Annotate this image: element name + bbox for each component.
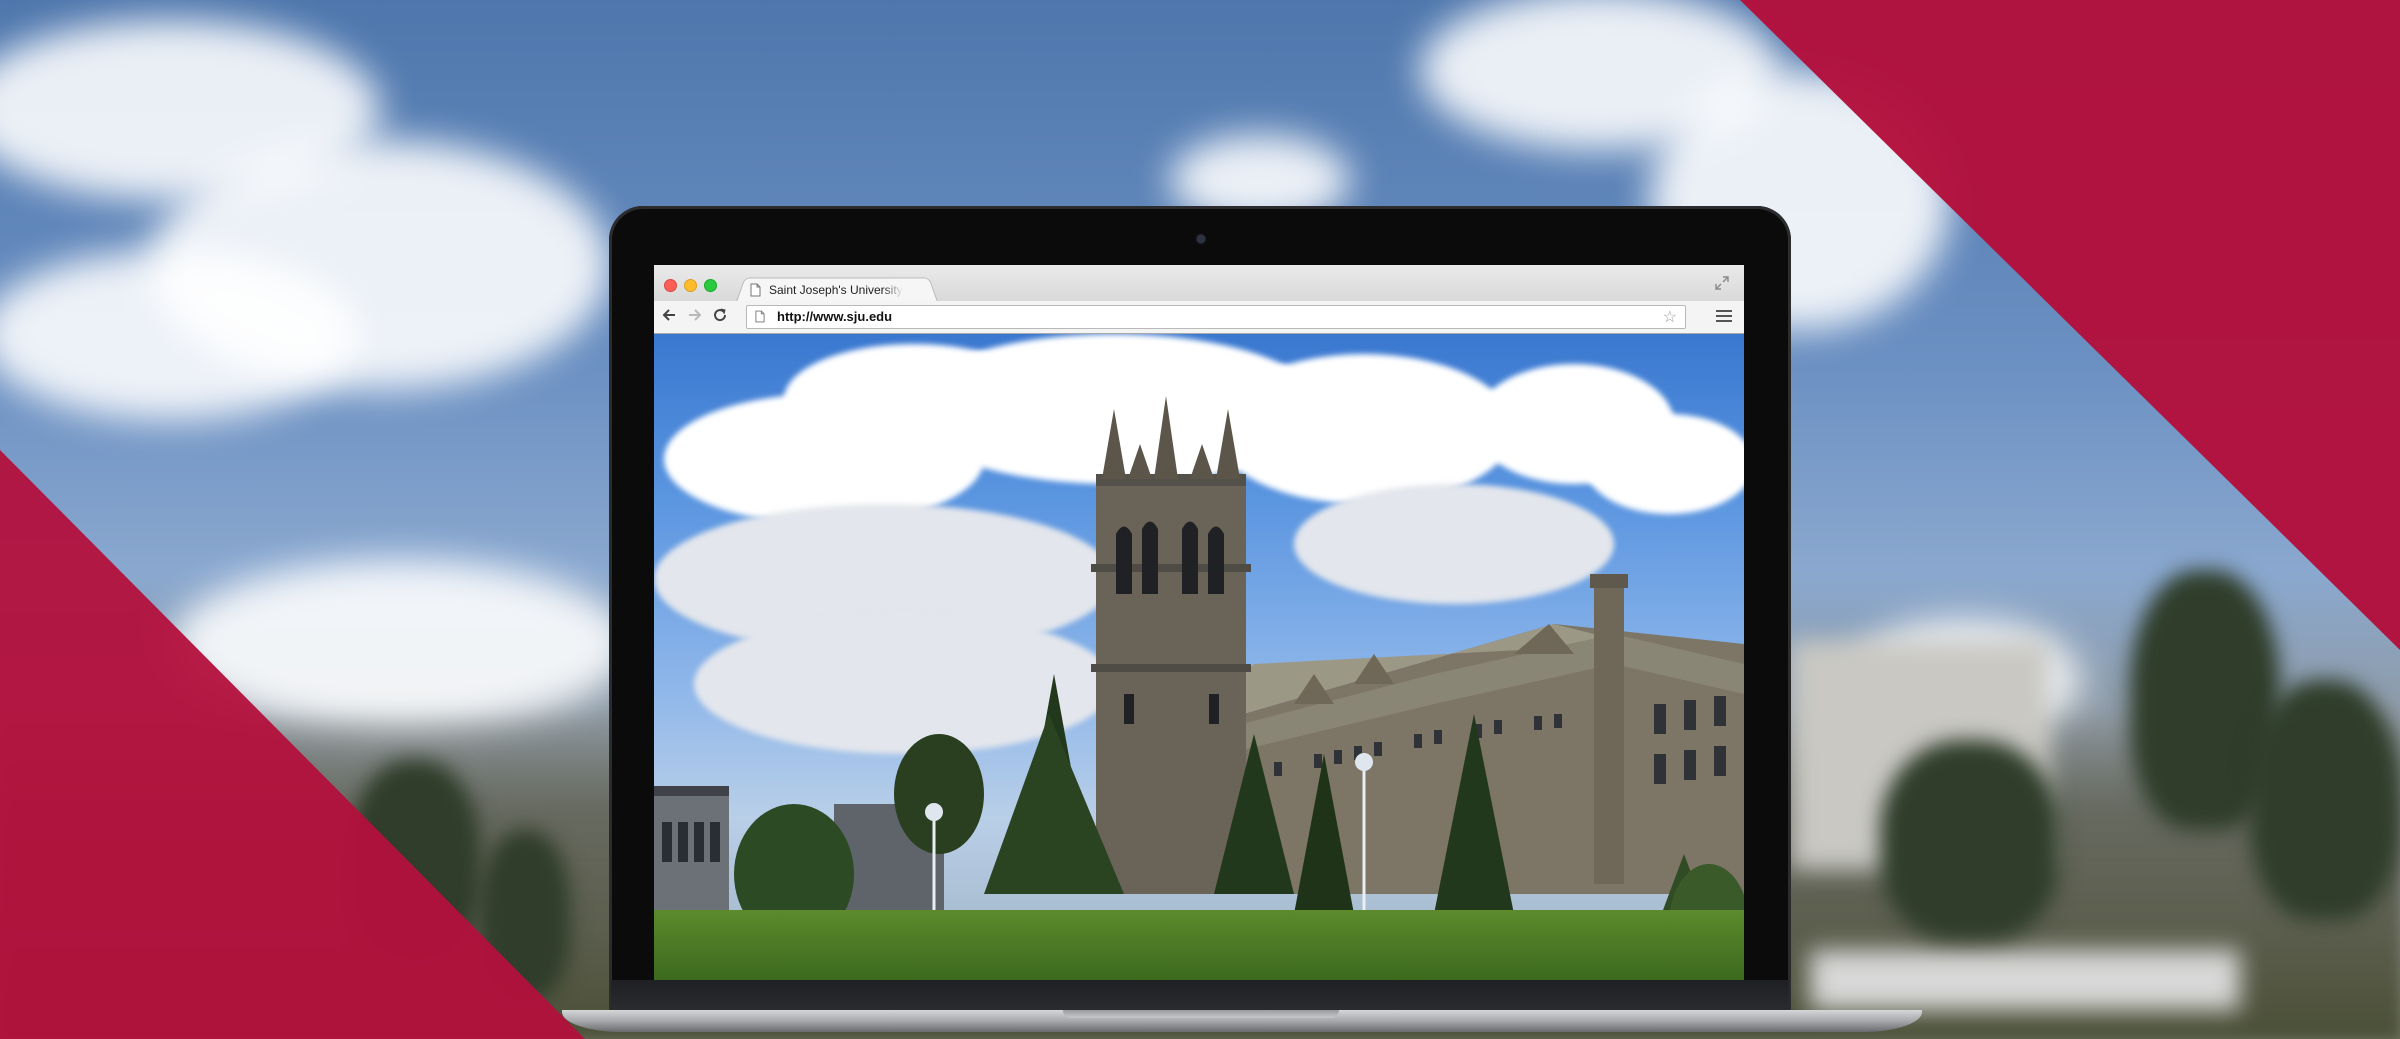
browser-tab-bar: Saint Joseph's University — [654, 265, 1744, 302]
forward-arrow-icon[interactable] — [684, 307, 704, 327]
background-cloud — [0, 250, 360, 420]
back-arrow-icon[interactable] — [660, 307, 680, 327]
campus-lawn — [654, 910, 1744, 980]
campus-building-illustration — [654, 396, 1744, 980]
fullscreen-icon[interactable] — [1714, 275, 1730, 291]
tab-title: Saint Joseph's University — [769, 283, 903, 297]
browser-toolbar: http://www.sju.edu ☆ — [654, 301, 1744, 334]
hamburger-menu-icon[interactable] — [1716, 308, 1732, 324]
laptop-bezel-chin — [611, 980, 1789, 1012]
hero-stage: Saint Joseph's University http://www.sju… — [0, 0, 2400, 1039]
traffic-minimize-icon[interactable] — [684, 279, 697, 292]
traffic-zoom-icon[interactable] — [704, 279, 717, 292]
page-icon — [750, 283, 761, 297]
address-bar[interactable]: http://www.sju.edu ☆ — [746, 305, 1686, 329]
laptop-screen: Saint Joseph's University http://www.sju… — [654, 265, 1744, 980]
laptop-opening-notch — [1063, 1010, 1339, 1018]
traffic-close-icon[interactable] — [664, 279, 677, 292]
background-tree — [2250, 680, 2400, 920]
background-building — [1810, 950, 2240, 1010]
star-icon[interactable]: ☆ — [1663, 307, 1677, 327]
reload-icon[interactable] — [710, 307, 730, 327]
page-icon — [755, 310, 765, 323]
browser-tab-content[interactable]: Saint Joseph's University — [750, 280, 903, 300]
background-tree — [1880, 740, 2060, 940]
campus-photo — [654, 334, 1744, 980]
url-text[interactable]: http://www.sju.edu — [777, 309, 892, 324]
webcam-icon — [1197, 235, 1205, 243]
